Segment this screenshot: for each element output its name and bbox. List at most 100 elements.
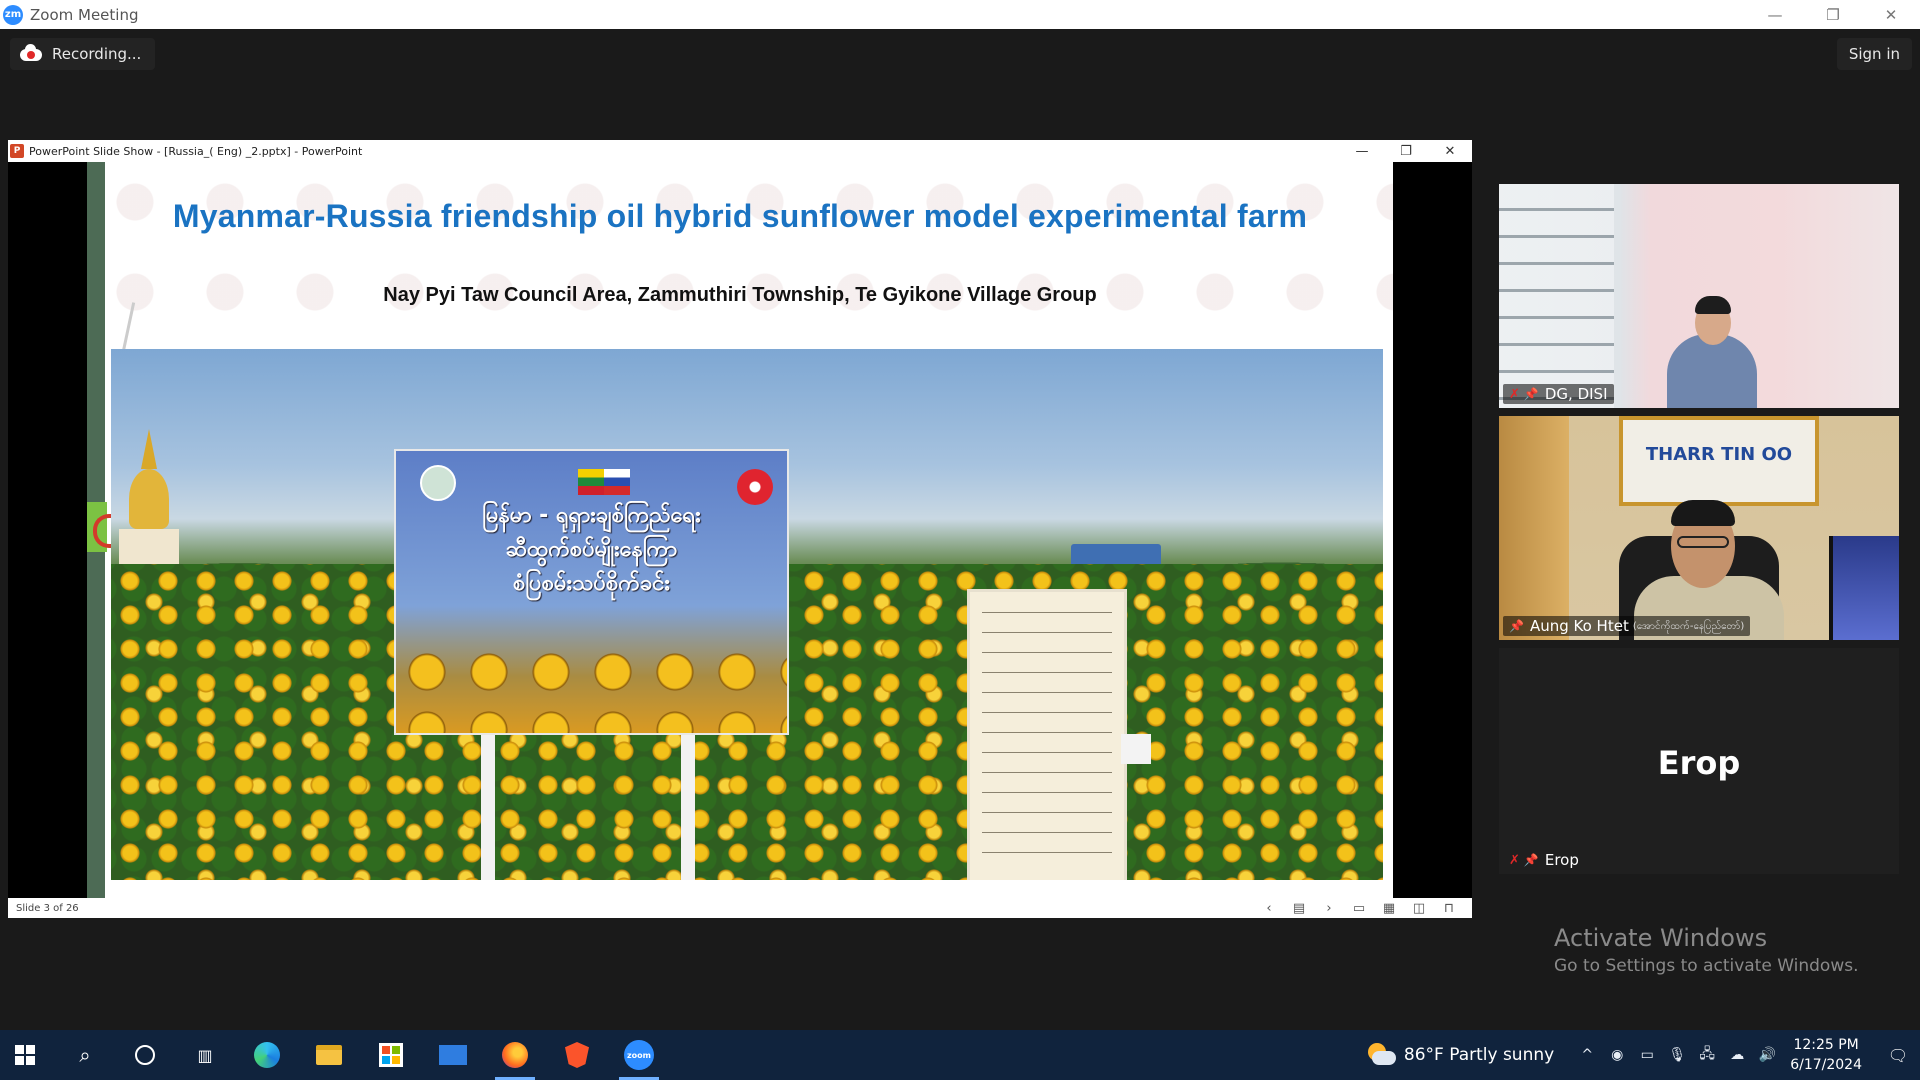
folder-icon xyxy=(316,1045,342,1065)
zoom-logo-icon: zm xyxy=(3,4,23,25)
store-taskbar-button[interactable] xyxy=(366,1030,416,1080)
system-tray: 86°F Partly sunny ^ ◉ ▭ 🎙 🖧 ☁ 🔊 12:25 PM… xyxy=(1366,1030,1920,1080)
ppt-window-title: PowerPoint Slide Show - [Russia_( Eng) _… xyxy=(29,144,363,158)
participant-background xyxy=(1499,184,1614,408)
ppt-restore-icon[interactable]: ❐ xyxy=(1384,140,1428,162)
zoom-taskbar-button[interactable]: zoom xyxy=(614,1030,664,1080)
powerpoint-icon: P xyxy=(10,144,24,158)
participant-avatar-name: Erop xyxy=(1657,744,1741,782)
task-view-icon: ▥ xyxy=(197,1045,213,1065)
slide-left-logo-mark xyxy=(87,502,113,552)
cortana-button[interactable] xyxy=(120,1030,170,1080)
task-view-button[interactable]: ▥ xyxy=(180,1030,230,1080)
photo-pagoda xyxy=(119,429,179,579)
slide-title: Myanmar-Russia friendship oil hybrid sun… xyxy=(172,198,1308,234)
ppt-titlebar: P PowerPoint Slide Show - [Russia_( Eng)… xyxy=(8,140,1472,162)
participant-tile-aung-ko-htet[interactable]: THARR TIN OO 📌 Aung Ko Htet (အောင်ကိုထက်… xyxy=(1499,416,1899,640)
cloud-record-icon xyxy=(20,44,42,62)
recording-indicator[interactable]: Recording... xyxy=(10,38,156,70)
photo-farm-sign: မြန်မာ - ရုရှားချစ်ကြည်ရေး ဆီထွက်စပ်မျို… xyxy=(394,449,789,735)
activate-windows-watermark: Activate Windows Go to Settings to activ… xyxy=(1554,924,1859,976)
chevron-up-icon[interactable]: ^ xyxy=(1572,1047,1602,1063)
participant-background-monitor xyxy=(1829,536,1899,640)
reading-view-icon[interactable]: ◫ xyxy=(1404,898,1434,918)
activate-windows-title: Activate Windows xyxy=(1554,924,1768,952)
participant-name-tag: ✗ 📌 DG, DISI xyxy=(1503,384,1614,404)
clock-date: 6/17/2024 xyxy=(1790,1057,1862,1073)
onedrive-icon[interactable]: ☁ xyxy=(1722,1047,1752,1063)
restore-icon[interactable]: ❐ xyxy=(1804,0,1862,29)
edge-icon xyxy=(254,1042,280,1068)
participant-name: Aung Ko Htet xyxy=(1529,617,1629,635)
participant-body xyxy=(1667,334,1757,408)
participant-background-sign: THARR TIN OO xyxy=(1619,416,1819,506)
windows-taskbar: ⌕ ▥ zoom 86°F Partly sunny ^ ◉ ▭ 🎙 🖧 ☁ 🔊… xyxy=(0,1030,1920,1080)
slide: Myanmar-Russia friendship oil hybrid sun… xyxy=(87,162,1393,898)
shared-screen-powerpoint: P PowerPoint Slide Show - [Russia_( Eng)… xyxy=(8,140,1472,918)
notification-center-icon[interactable]: 🗨 xyxy=(1876,1030,1920,1080)
taskbar-clock[interactable]: 12:25 PM 6/17/2024 xyxy=(1790,1035,1862,1075)
slide-counter: Slide 3 of 26 xyxy=(16,902,79,914)
network-icon[interactable]: 🖧 xyxy=(1692,1043,1722,1067)
microphone-icon[interactable]: 🎙 xyxy=(1662,1047,1692,1063)
sign-in-button[interactable]: Sign in xyxy=(1836,38,1912,70)
partly-sunny-icon xyxy=(1366,1043,1396,1067)
close-icon[interactable]: ✕ xyxy=(1862,0,1920,29)
photo-small-sign xyxy=(1121,734,1151,764)
normal-view-icon[interactable]: ▭ xyxy=(1344,898,1374,918)
volume-icon[interactable]: 🔊 xyxy=(1752,1047,1782,1063)
participant-tile-erop[interactable]: Erop ✗ 📌 Erop xyxy=(1499,648,1899,874)
clock-time: 12:25 PM xyxy=(1793,1037,1859,1053)
slideshow-view-icon[interactable]: ⊓ xyxy=(1434,898,1464,918)
sign-post-left xyxy=(481,734,495,880)
weather-widget[interactable]: 86°F Partly sunny xyxy=(1366,1043,1554,1067)
file-explorer-taskbar-button[interactable] xyxy=(304,1030,354,1080)
slide-area[interactable]: Myanmar-Russia friendship oil hybrid sun… xyxy=(8,162,1472,898)
pin-icon: 📌 xyxy=(1509,619,1524,633)
mic-muted-icon: ✗ xyxy=(1509,386,1520,402)
sign-post-right xyxy=(681,734,695,880)
slide-menu-icon[interactable]: ▤ xyxy=(1284,898,1314,918)
participant-background-door xyxy=(1499,416,1569,640)
sign-flowers xyxy=(396,643,787,733)
zoom-icon: zoom xyxy=(624,1040,654,1070)
ppt-close-icon[interactable]: ✕ xyxy=(1428,140,1472,162)
zoom-window-title: Zoom Meeting xyxy=(30,5,139,24)
mail-taskbar-button[interactable] xyxy=(428,1030,478,1080)
sunflower-farm-photo: မြန်မာ - ရုရှားချစ်ကြည်ရေး ဆီထွက်စပ်မျို… xyxy=(111,349,1383,880)
participant-name-tag: ✗ 📌 Erop xyxy=(1503,850,1585,870)
firefox-taskbar-button[interactable] xyxy=(490,1030,540,1080)
zoom-titlebar: zm Zoom Meeting — ❐ ✕ xyxy=(0,0,1920,29)
activate-windows-subtitle: Go to Settings to activate Windows. xyxy=(1554,956,1859,976)
participant-hair xyxy=(1671,500,1735,526)
participant-name-tag: 📌 Aung Ko Htet (အောင်ကိုထက်-နေပြည်တော်) xyxy=(1503,616,1751,636)
previous-slide-icon[interactable]: ‹ xyxy=(1254,898,1284,918)
edge-taskbar-button[interactable] xyxy=(242,1030,292,1080)
sign-text-line1: မြန်မာ - ရုရှားချစ်ကြည်ရေး xyxy=(482,503,701,528)
participant-name: DG, DISI xyxy=(1544,385,1608,403)
participant-name: Erop xyxy=(1544,851,1579,869)
mic-muted-icon: ✗ xyxy=(1509,852,1520,868)
pin-icon: 📌 xyxy=(1523,853,1539,867)
ppt-minimize-icon[interactable]: — xyxy=(1340,140,1384,162)
search-button[interactable]: ⌕ xyxy=(60,1030,110,1080)
photo-info-board xyxy=(967,589,1127,880)
minimize-icon[interactable]: — xyxy=(1746,0,1804,29)
battery-icon[interactable]: ▭ xyxy=(1632,1047,1662,1063)
next-slide-icon[interactable]: › xyxy=(1314,898,1344,918)
camera-icon[interactable]: ◉ xyxy=(1602,1047,1632,1063)
sign-text: မြန်မာ - ရုရှားချစ်ကြည်ရေး ဆီထွက်စပ်မျို… xyxy=(396,471,787,601)
windows-start-button[interactable] xyxy=(0,1030,50,1080)
zoom-window-controls: — ❐ ✕ xyxy=(1746,0,1920,29)
participant-name-sub: (အောင်ကိုထက်-နေပြည်တော်) xyxy=(1632,620,1745,632)
participant-hair xyxy=(1695,296,1731,314)
cortana-icon xyxy=(135,1045,155,1065)
participant-tile-dg-disi[interactable]: ✗ 📌 DG, DISI xyxy=(1499,184,1899,408)
mail-icon xyxy=(439,1045,467,1065)
brave-taskbar-button[interactable] xyxy=(552,1030,602,1080)
background-sign-text: THARR TIN OO xyxy=(1645,444,1793,465)
brave-icon xyxy=(565,1042,589,1068)
slide-sorter-icon[interactable]: ▦ xyxy=(1374,898,1404,918)
slide-subtitle: Nay Pyi Taw Council Area, Zammuthiri Tow… xyxy=(383,284,1097,306)
ppt-navigation: ‹ ▤ › ▭ ▦ ◫ ⊓ xyxy=(1254,898,1464,918)
